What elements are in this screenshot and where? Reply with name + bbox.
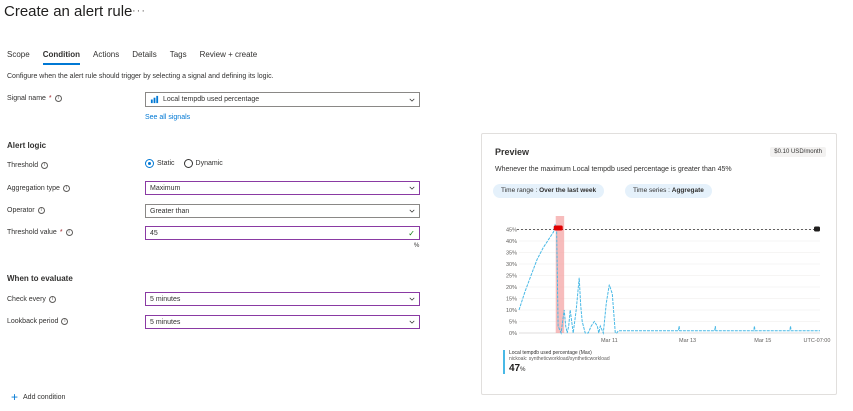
threshold-radio-group: Static Dynamic — [145, 159, 223, 168]
info-icon[interactable]: i — [54, 95, 62, 102]
threshold-text: Threshold — [7, 162, 39, 169]
operator-value: Greater than — [150, 207, 190, 215]
time-range-label: Time range : — [501, 187, 540, 194]
check-every-text: Check every — [7, 296, 46, 303]
chevron-down-icon — [409, 186, 415, 190]
tab-scope[interactable]: Scope — [7, 50, 30, 65]
condition-description: Configure when the alert rule should tri… — [7, 73, 274, 80]
info-icon[interactable]: i — [62, 185, 70, 192]
tab-tags[interactable]: Tags — [170, 50, 187, 65]
lookback-period-dropdown[interactable]: 5 minutes — [145, 315, 420, 329]
check-every-dropdown[interactable]: 5 minutes — [145, 292, 420, 306]
x-tick-label: Mar 15 — [754, 338, 771, 344]
tab-review-create[interactable]: Review + create — [200, 50, 258, 65]
info-icon[interactable]: i — [37, 207, 45, 214]
threshold-value-label: Threshold value * i — [7, 229, 73, 236]
threshold-value-input[interactable]: 45 ✓ — [145, 226, 420, 240]
info-icon[interactable]: i — [41, 162, 49, 169]
operator-text: Operator — [7, 207, 35, 214]
threshold-static-radio[interactable]: Static — [145, 159, 175, 168]
operator-dropdown[interactable]: Greater than — [145, 204, 420, 218]
legend-value-unit: % — [520, 367, 526, 373]
preview-description: Whenever the maximum Local tempdb used p… — [495, 166, 732, 173]
radio-selected-icon — [145, 159, 154, 168]
page-title: Create an alert rule — [4, 3, 133, 20]
time-range-value: Over the last week — [539, 187, 597, 194]
checkmark-icon: ✓ — [408, 229, 415, 238]
x-tick-label: Mar 13 — [679, 338, 696, 344]
add-condition-label: Add condition — [23, 393, 66, 401]
preview-chart: 45% 40% 35% 30% 25% 20% 15% 10% 5% 0% Mar 11 Mar 13… — [506, 216, 831, 344]
threshold-handle — [814, 226, 820, 232]
y-tick-label: 15% — [506, 297, 517, 303]
chevron-down-icon — [409, 297, 415, 301]
radio-unselected-icon — [183, 159, 193, 168]
threshold-label: Threshold i — [7, 162, 49, 169]
y-tick-label: 5% — [509, 320, 517, 326]
more-options-button[interactable]: ··· — [132, 5, 146, 17]
tab-condition[interactable]: Condition — [42, 50, 81, 65]
legend-value: 47% — [509, 363, 610, 374]
lookback-period-text: Lookback period — [7, 318, 59, 325]
threshold-value-value: 45 — [150, 229, 158, 237]
preview-title: Preview — [495, 147, 530, 157]
y-tick-label: 20% — [506, 285, 517, 291]
see-all-signals-link[interactable]: See all signals — [145, 114, 190, 121]
info-icon[interactable]: i — [48, 296, 56, 303]
y-tick-label: 10% — [506, 308, 517, 314]
add-condition-button[interactable]: + Add condition — [11, 390, 66, 404]
threshold-dynamic-radio[interactable]: Dynamic — [183, 159, 223, 168]
y-tick-label: 30% — [506, 262, 517, 268]
metric-chart-icon — [150, 95, 159, 104]
chevron-down-icon — [409, 320, 415, 324]
y-tick-label: 45% — [506, 228, 517, 234]
signal-name-dropdown[interactable]: Local tempdb used percentage — [145, 92, 420, 107]
time-series-label: Time series : — [633, 187, 672, 194]
info-icon[interactable]: i — [61, 318, 69, 325]
threshold-unit: % — [414, 243, 420, 249]
required-marker: * — [48, 95, 52, 102]
preview-card: Preview $0.10 USD/month Whenever the max… — [481, 133, 837, 395]
aggregation-type-dropdown[interactable]: Maximum — [145, 181, 420, 195]
chart-legend: Local tempdb used percentage (Max) nicko… — [503, 350, 610, 374]
y-tick-label: 25% — [506, 274, 517, 280]
required-marker: * — [59, 229, 63, 236]
info-icon[interactable]: i — [65, 229, 73, 236]
plus-icon: + — [11, 390, 19, 404]
time-series-pill[interactable]: Time series : Aggregate — [625, 184, 712, 198]
aggregation-type-text: Aggregation type — [7, 185, 60, 192]
aggregation-type-value: Maximum — [150, 184, 181, 192]
time-range-pill[interactable]: Time range : Over the last week — [493, 184, 605, 198]
threshold-dynamic-label: Dynamic — [195, 160, 223, 167]
x-tick-label: Mar 11 — [601, 338, 618, 344]
check-every-value: 5 minutes — [150, 295, 181, 303]
threshold-static-label: Static — [157, 160, 175, 167]
tab-actions[interactable]: Actions — [93, 50, 119, 65]
lookback-period-label: Lookback period i — [7, 318, 69, 325]
signal-name-text: Signal name — [7, 95, 46, 102]
legend-value-number: 47 — [509, 363, 521, 374]
price-badge: $0.10 USD/month — [770, 147, 826, 157]
y-tick-label: 0% — [509, 331, 517, 337]
x-tick-label: UTC-07:00 — [804, 338, 831, 344]
aggregation-type-label: Aggregation type i — [7, 185, 70, 192]
lookback-period-value: 5 minutes — [150, 318, 181, 326]
time-series-value: Aggregate — [671, 187, 704, 194]
when-to-evaluate-heading: When to evaluate — [7, 274, 73, 283]
tab-bar: Scope Condition Actions Details Tags Rev… — [7, 50, 257, 65]
y-tick-label: 40% — [506, 239, 517, 245]
operator-label: Operator i — [7, 207, 45, 214]
signal-name-value: Local tempdb used percentage — [163, 96, 260, 103]
threshold-value-text: Threshold value — [7, 229, 57, 236]
check-every-label: Check every i — [7, 296, 56, 303]
alert-marker — [553, 225, 563, 231]
signal-name-label: Signal name * i — [7, 95, 62, 102]
chevron-down-icon — [409, 98, 415, 102]
alert-logic-heading: Alert logic — [7, 141, 47, 150]
tab-details[interactable]: Details — [132, 50, 156, 65]
chevron-down-icon — [409, 209, 415, 213]
y-tick-label: 35% — [506, 251, 517, 257]
legend-resource: nickoak: syntheticworkload/syntheticwork… — [509, 356, 610, 362]
